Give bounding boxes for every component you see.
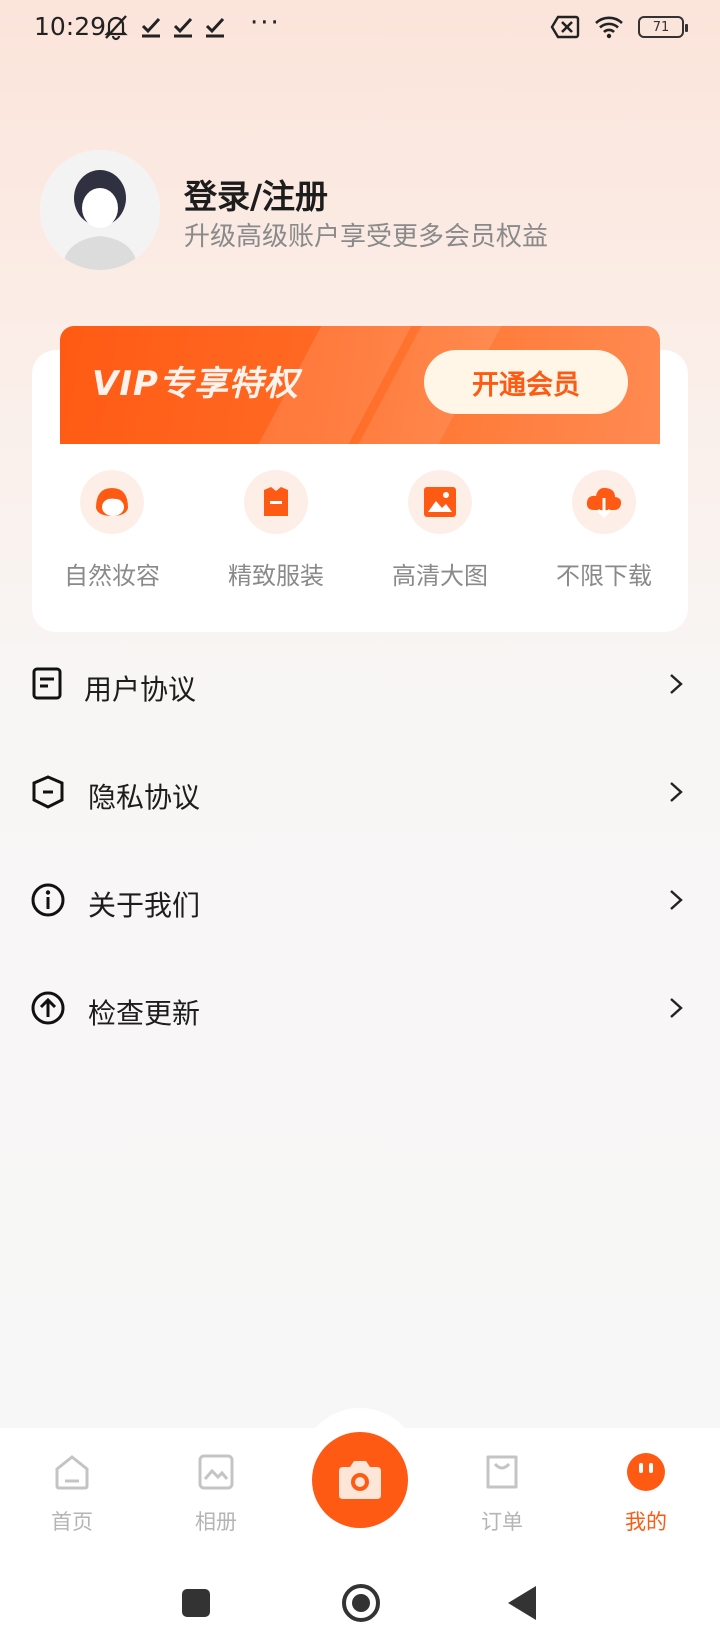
battery-level: 71	[652, 19, 670, 35]
nav-item-mine[interactable]: 我的	[586, 1452, 706, 1536]
nav-item-album[interactable]: 相册	[156, 1452, 276, 1536]
perk-label: 高清大图	[392, 562, 488, 590]
avatar[interactable]	[40, 150, 160, 270]
status-notification-icons	[102, 12, 226, 42]
camera-icon	[339, 1461, 381, 1499]
nav-label: 相册	[195, 1510, 237, 1534]
menu-item-user-agreement[interactable]: 用户协议	[0, 654, 720, 714]
perk-label: 不限下载	[556, 562, 652, 590]
perk-unlimited-download[interactable]: 不限下载	[524, 470, 684, 591]
recent-apps-button[interactable]	[182, 1589, 210, 1617]
chevron-right-icon	[670, 674, 683, 694]
menu-label: 关于我们	[88, 889, 201, 922]
vip-perks: 自然妆容 精致服装 高清大图 不限下载	[32, 470, 688, 590]
perk-fine-clothing[interactable]: 精致服装	[196, 470, 356, 591]
home-button[interactable]	[342, 1584, 380, 1622]
vip-title: VIP专享特权	[92, 364, 299, 404]
nav-item-home[interactable]: 首页	[12, 1452, 132, 1536]
mute-bell-icon	[104, 15, 128, 41]
menu-label: 检查更新	[88, 997, 201, 1030]
camera-button[interactable]	[312, 1432, 408, 1528]
more-notifications-indicator: ···	[250, 8, 281, 38]
menu-label: 用户协议	[84, 673, 197, 706]
vip-banner: VIP专享特权 开通会员	[60, 326, 660, 444]
perk-hd-image[interactable]: 高清大图	[360, 470, 520, 591]
sim-off-icon	[550, 15, 580, 39]
check-icon	[173, 17, 193, 38]
login-register-link[interactable]: 登录/注册	[184, 170, 328, 218]
home-icon	[55, 1455, 89, 1490]
menu-item-privacy-agreement[interactable]: 隐私协议	[0, 762, 720, 822]
makeup-face-icon	[80, 470, 144, 534]
hd-image-icon	[408, 470, 472, 534]
status-bar: 10:29 ··· 71	[0, 0, 720, 56]
profile-subtitle: 升级高级账户享受更多会员权益	[184, 222, 549, 252]
document-icon	[32, 667, 62, 700]
perk-natural-makeup[interactable]: 自然妆容	[32, 470, 192, 591]
status-system-icons: 71	[550, 13, 688, 41]
default-avatar-icon	[40, 150, 160, 270]
nav-label: 首页	[51, 1510, 93, 1534]
shopping-bag-icon	[486, 1455, 518, 1489]
wifi-icon	[595, 16, 623, 39]
cloud-download-icon	[572, 470, 636, 534]
profile-face-icon	[627, 1453, 665, 1491]
upload-arrow-icon	[31, 991, 65, 1025]
battery-icon: 71	[638, 16, 688, 38]
clothing-icon	[244, 470, 308, 534]
album-icon	[198, 1454, 234, 1490]
status-time: 10:29	[34, 12, 107, 41]
info-icon	[31, 883, 65, 917]
perk-label: 自然妆容	[64, 562, 160, 590]
check-icon	[141, 17, 161, 38]
check-icon	[205, 17, 225, 38]
chevron-right-icon	[670, 782, 683, 802]
menu-item-check-update[interactable]: 检查更新	[0, 978, 720, 1038]
menu-item-about-us[interactable]: 关于我们	[0, 870, 720, 930]
menu-label: 隐私协议	[88, 781, 201, 814]
back-button[interactable]	[508, 1586, 536, 1620]
perk-label: 精致服装	[228, 562, 324, 590]
nav-label: 我的	[625, 1510, 667, 1534]
nav-item-orders[interactable]: 订单	[442, 1452, 562, 1536]
nav-label: 订单	[481, 1510, 523, 1534]
shield-icon	[32, 775, 64, 809]
open-membership-button[interactable]: 开通会员	[424, 350, 628, 414]
chevron-right-icon	[670, 890, 683, 910]
chevron-right-icon	[670, 998, 683, 1018]
